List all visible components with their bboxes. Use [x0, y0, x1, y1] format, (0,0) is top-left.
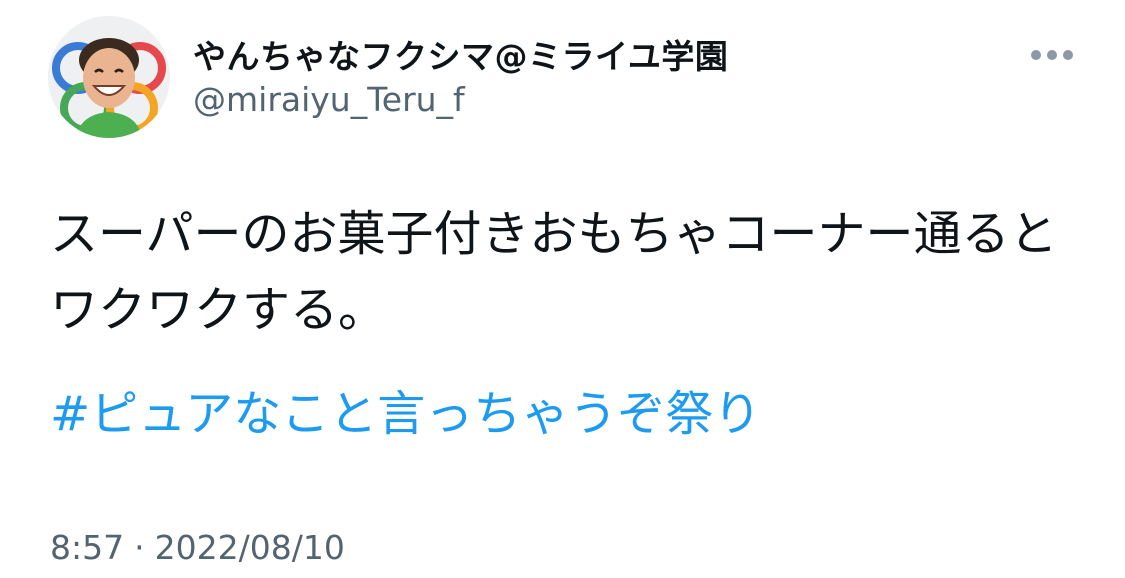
tweet-text: スーパーのお菓子付きおもちゃコーナー通るとワクワクする。: [50, 206, 1058, 338]
tweet-date: 2022/08/10: [154, 528, 345, 567]
timestamp-separator: ·: [134, 528, 145, 567]
avatar[interactable]: [48, 16, 170, 138]
more-options-button[interactable]: [1024, 38, 1080, 72]
user-handle[interactable]: @miraiyu_Teru_f: [193, 80, 465, 119]
tweet-timestamp[interactable]: 8:57 · 2022/08/10: [50, 528, 345, 567]
ellipsis-horizontal-icon: [1031, 50, 1073, 60]
hashtag-link[interactable]: #ピュアなこと言っちゃうぞ祭り: [50, 382, 761, 446]
tweet-card: やんちゃなフクシマ@ミライユ学園 @miraiyu_Teru_f スーパーのお菓…: [0, 0, 1125, 578]
profile-photo-icon: [48, 16, 170, 138]
display-name[interactable]: やんちゃなフクシマ@ミライユ学園: [193, 30, 728, 78]
tweet-time: 8:57: [50, 528, 125, 567]
